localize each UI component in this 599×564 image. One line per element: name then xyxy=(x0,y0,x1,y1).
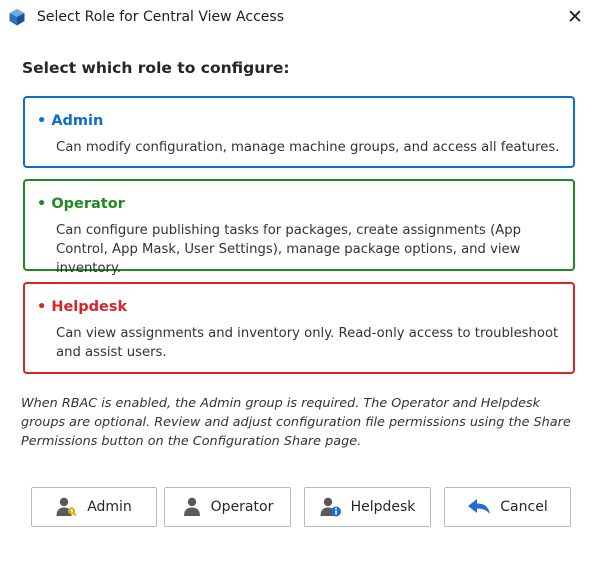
role-description-admin: Can modify configuration, manage machine… xyxy=(56,140,560,155)
role-description-operator: Can configure publishing tasks for packa… xyxy=(56,223,522,276)
user-key-icon xyxy=(56,497,77,517)
cube-icon xyxy=(9,9,25,26)
user-info-icon xyxy=(320,497,341,517)
close-button[interactable]: ✕ xyxy=(561,4,589,30)
admin-button[interactable]: Admin xyxy=(31,487,157,527)
user-icon xyxy=(183,497,200,516)
page-title: Select which role to configure: xyxy=(22,59,290,77)
role-description-helpdesk: Can view assignments and inventory only.… xyxy=(56,326,559,360)
role-card-helpdesk[interactable]: • Helpdesk Can view assignments and inve… xyxy=(23,282,575,374)
helpdesk-button[interactable]: Helpdesk xyxy=(304,487,431,527)
cancel-button[interactable]: Cancel xyxy=(444,487,571,527)
title-bar: Select Role for Central View Access ✕ xyxy=(0,0,599,36)
role-card-admin[interactable]: • Admin Can modify configuration, manage… xyxy=(23,96,575,168)
cancel-button-label: Cancel xyxy=(500,499,548,515)
admin-button-label: Admin xyxy=(87,499,132,515)
role-title-operator: • Operator xyxy=(37,196,125,212)
operator-button[interactable]: Operator xyxy=(164,487,291,527)
role-card-operator[interactable]: • Operator Can configure publishing task… xyxy=(23,179,575,276)
rbac-note: When RBAC is enabled, the Admin group is… xyxy=(21,396,571,449)
operator-button-label: Operator xyxy=(210,499,274,515)
role-title-helpdesk: • Helpdesk xyxy=(37,299,128,315)
helpdesk-button-label: Helpdesk xyxy=(350,499,416,515)
undo-arrow-icon xyxy=(468,499,491,514)
window-title: Select Role for Central View Access xyxy=(37,9,284,25)
role-title-admin: • Admin xyxy=(37,113,104,129)
